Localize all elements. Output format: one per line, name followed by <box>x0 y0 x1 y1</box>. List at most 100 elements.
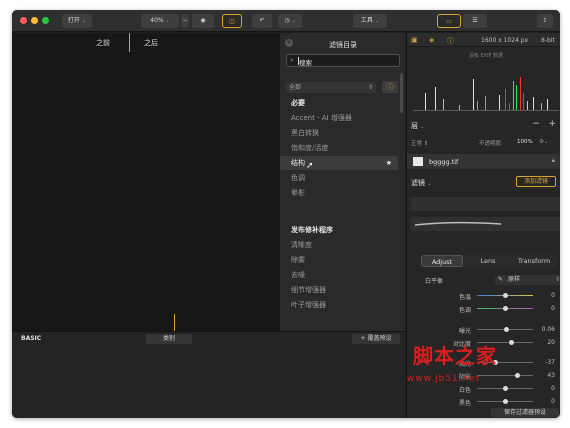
filter-list-scrollbar[interactable] <box>400 73 403 113</box>
tab-lens[interactable]: Lens <box>467 255 509 267</box>
chevron-updown-icon: ⇕ <box>367 84 373 91</box>
slider-value[interactable]: 0 <box>535 305 555 312</box>
filter-card[interactable] <box>411 197 560 211</box>
filter-item-label: 细节增强器 <box>291 286 326 294</box>
opacity-label: 不透明度: <box>479 141 503 147</box>
layers-icon[interactable]: ◈ <box>429 36 434 44</box>
layer-name: bgggg.tif <box>429 158 459 166</box>
slider-value[interactable]: 0 <box>535 398 555 405</box>
tab-adjust[interactable]: Adjust <box>421 255 463 267</box>
info-icon[interactable]: ⓘ <box>382 81 398 93</box>
undo-button[interactable]: ↶ <box>252 14 272 28</box>
slider-knob[interactable] <box>503 399 508 404</box>
split-view-icon: ◫ <box>229 18 235 25</box>
layer-row[interactable]: bgggg.tif 🔒︎ <box>407 154 560 169</box>
sliders-icon: ☰ <box>472 17 478 24</box>
zoom-window-button[interactable] <box>42 17 49 24</box>
filter-item-label: 色调 <box>291 174 305 182</box>
watermark-text: 脚本之家 <box>413 344 497 368</box>
save-filter-preset-button[interactable]: 保存过滤器预设 <box>491 408 559 417</box>
filter-list-item[interactable]: 除雾 <box>280 253 398 267</box>
category-button[interactable]: 类别 <box>146 334 192 344</box>
chevron-down-icon: ⌄ <box>81 18 87 24</box>
layers-title[interactable]: 层 ⌄ <box>411 121 424 131</box>
add-filter-button[interactable]: 添加滤镜 <box>516 176 556 187</box>
favorite-star-icon[interactable]: ★ <box>386 156 392 170</box>
tab-transform[interactable]: Transform <box>511 255 557 267</box>
adjust-slider[interactable]: 色调 0 <box>421 304 560 314</box>
zoom-out-button[interactable]: − <box>181 14 189 28</box>
close-window-button[interactable] <box>20 17 27 24</box>
compare-divider-handle[interactable] <box>129 33 130 52</box>
zoom-select[interactable]: 40% ⌄ <box>141 14 179 28</box>
slider-knob[interactable] <box>503 293 508 298</box>
filter-list-item[interactable]: 黑白转换 <box>280 126 398 140</box>
white-balance-value: 原样 <box>508 276 521 283</box>
minimize-window-button[interactable] <box>31 17 38 24</box>
share-button[interactable]: ⇪ <box>537 14 553 28</box>
white-balance-label: 白平衡 <box>425 278 444 285</box>
compare-split-button[interactable]: ◫ <box>222 14 242 28</box>
filter-item-label: 必要 <box>291 99 305 107</box>
add-layer-button[interactable]: + <box>548 119 556 129</box>
filter-list-item[interactable]: 结构 ★ ➚ <box>280 156 398 171</box>
info-icon[interactable]: ⓘ <box>447 36 454 46</box>
remove-layer-button[interactable]: − <box>532 119 540 129</box>
adjust-slider[interactable]: 色温 0 <box>421 291 560 301</box>
blend-mode-select[interactable]: 正常 ⇕ <box>411 141 428 147</box>
filter-catalog-toggle[interactable]: ▭ <box>437 14 461 28</box>
compare-divider-handle[interactable] <box>174 314 175 331</box>
layer-thumbnail <box>413 157 423 166</box>
history-button[interactable]: ◷ ⌄ <box>278 14 302 28</box>
white-balance-row: 白平衡 ✎ 原样 ⇕ <box>421 275 560 285</box>
filter-item-label: 结构 <box>291 159 305 167</box>
filter-list-item[interactable]: 细节增强器 <box>280 283 398 297</box>
slider-value[interactable]: 0 <box>535 292 555 299</box>
slider-knob[interactable] <box>503 306 508 311</box>
after-label: 之后 <box>144 39 158 47</box>
filter-item-label: 除雾 <box>291 256 305 264</box>
filter-list-item[interactable]: 饱和度/活度 <box>280 141 398 155</box>
white-balance-select[interactable]: ✎ 原样 ⇕ <box>495 275 560 285</box>
filter-curve-preview <box>414 221 502 226</box>
chevron-down-icon: ⌄ <box>165 18 170 24</box>
slider-value[interactable]: 0.06 <box>535 326 555 333</box>
filter-search-input[interactable]: ⌕ 搜索 <box>286 54 400 67</box>
filter-card[interactable] <box>411 217 560 231</box>
slider-knob[interactable] <box>504 327 510 332</box>
filter-list-item[interactable]: 清晰度 <box>280 238 398 252</box>
gear-icon[interactable]: ⚙⌄ <box>539 139 549 145</box>
category-select[interactable]: 全部 ⇕ <box>286 82 376 93</box>
filter-item-label: 发布修补程序 <box>291 226 333 234</box>
layers-title-text: 层 <box>411 122 418 130</box>
adjust-slider[interactable]: 曝光 0.06 <box>421 325 560 335</box>
filter-item-label: 清晰度 <box>291 241 312 249</box>
bit-depth: 8-bit <box>541 37 555 44</box>
chevron-down-icon: ⌄ <box>374 18 380 24</box>
inspector-header: ▣ ◈ ⓘ 1600 x 1024 px 8-bit <box>407 33 560 47</box>
filter-list-item[interactable]: 叶子增强器 <box>280 298 398 312</box>
adjust-slider[interactable]: 黑色 0 <box>421 397 560 407</box>
filter-list-item[interactable]: 色调 <box>280 171 398 185</box>
opacity-value[interactable]: 100% <box>517 139 533 145</box>
slider-label: 黑色 <box>458 400 471 407</box>
image-canvas[interactable]: 之前 之后 <box>12 33 279 331</box>
filters-title[interactable]: 滤镜 ⌄ <box>411 178 431 188</box>
save-look-button[interactable]: + 覆盖预设 <box>352 334 400 344</box>
filter-list-item[interactable]: 晕影 <box>280 186 398 200</box>
layer-blend-row: 正常 ⇕ 不透明度: 100% ⚙⌄ <box>411 139 557 149</box>
look-strip: BASIC 类别 + 覆盖预设 <box>12 331 405 418</box>
catalog-icon: ▭ <box>446 18 452 25</box>
lock-icon[interactable]: 🔒︎ <box>552 157 555 165</box>
slider-label: 色调 <box>458 307 471 314</box>
tools-button[interactable]: 工具 ⌄ <box>353 14 387 28</box>
watermark-url: www.jb51.net <box>407 374 481 384</box>
chevron-down-icon: ⌄ <box>427 181 432 187</box>
image-icon[interactable]: ▣ <box>411 36 418 44</box>
filter-list-item[interactable]: 去噪 <box>280 268 398 282</box>
open-button[interactable]: 打开 ⌄ <box>62 14 92 28</box>
filter-list-item[interactable]: Accent - AI 增强器 <box>280 111 398 125</box>
eyedropper-icon[interactable]: ✎ <box>498 275 503 285</box>
preview-eye-button[interactable]: ◉ <box>192 14 214 28</box>
adjustments-toggle[interactable]: ☰ <box>463 14 487 28</box>
